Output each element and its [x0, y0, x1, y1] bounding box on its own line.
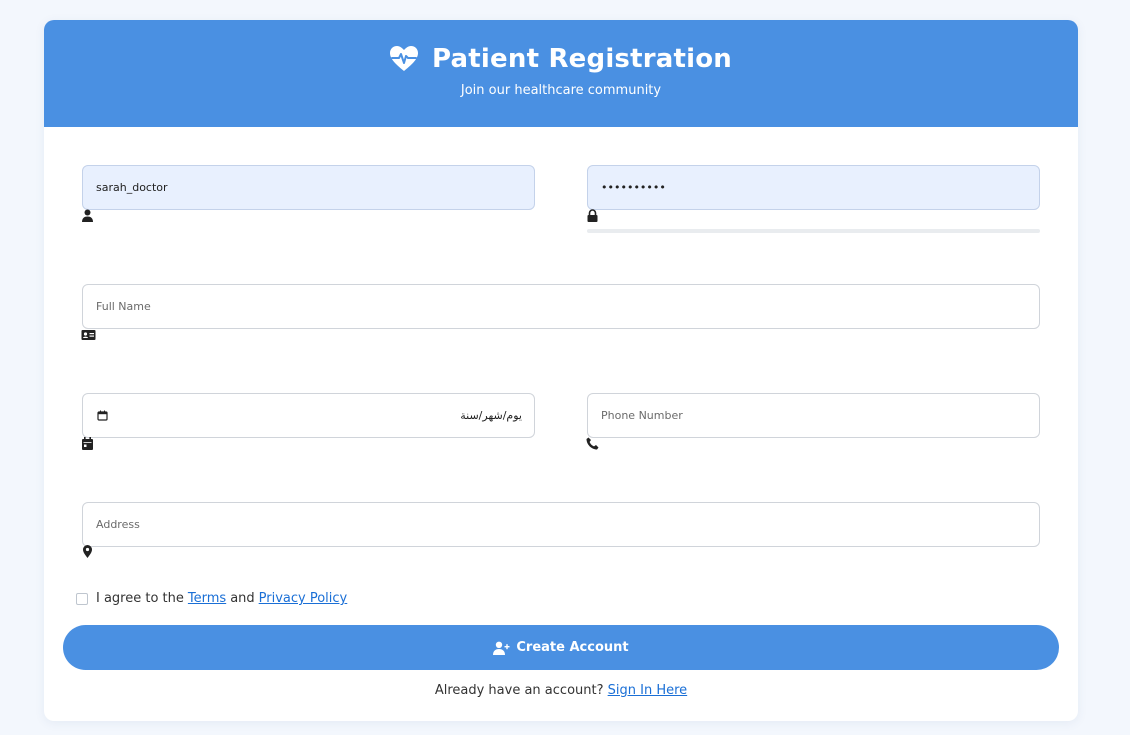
signin-prompt: Already have an account? Sign In Here: [44, 683, 1078, 698]
page-subtitle: Join our healthcare community: [460, 83, 662, 98]
map-marker-icon: [81, 545, 94, 558]
password-strength-bar: [587, 229, 1040, 233]
create-account-label: Create Account: [516, 640, 629, 655]
terms-link[interactable]: Terms: [188, 591, 226, 606]
full-name-input[interactable]: [82, 284, 1040, 329]
signin-link[interactable]: Sign In Here: [608, 683, 688, 698]
user-icon: [81, 209, 94, 222]
create-account-button[interactable]: Create Account: [63, 625, 1059, 670]
agreement-prefix: I agree to the: [96, 591, 184, 606]
page-title: Patient Registration: [431, 44, 733, 74]
agreement-conjunction: and: [230, 591, 255, 606]
user-plus-icon: [493, 641, 510, 655]
calendar-icon: [81, 437, 94, 450]
signin-prompt-text: Already have an account?: [434, 683, 604, 698]
terms-checkbox[interactable]: [76, 592, 88, 605]
title-row: Patient Registration: [44, 44, 1078, 74]
privacy-policy-link[interactable]: Privacy Policy: [259, 591, 348, 606]
calendar-picker-icon[interactable]: [97, 410, 108, 421]
date-value: يوم/شهر/سنة: [460, 409, 522, 422]
phone-input[interactable]: [587, 393, 1040, 438]
phone-icon: [586, 437, 599, 450]
username-input[interactable]: [82, 165, 535, 210]
form-header: Patient Registration Join our healthcare…: [44, 20, 1078, 127]
lock-icon: [586, 209, 599, 222]
id-card-icon: [81, 328, 96, 341]
password-input[interactable]: [587, 165, 1040, 210]
date-of-birth-input[interactable]: يوم/شهر/سنة: [82, 393, 535, 438]
heart-pulse-icon: [389, 46, 418, 71]
address-input[interactable]: [82, 502, 1040, 547]
registration-card: Patient Registration Join our healthcare…: [44, 20, 1078, 721]
terms-agreement: I agree to the Terms and Privacy Policy: [76, 591, 347, 606]
